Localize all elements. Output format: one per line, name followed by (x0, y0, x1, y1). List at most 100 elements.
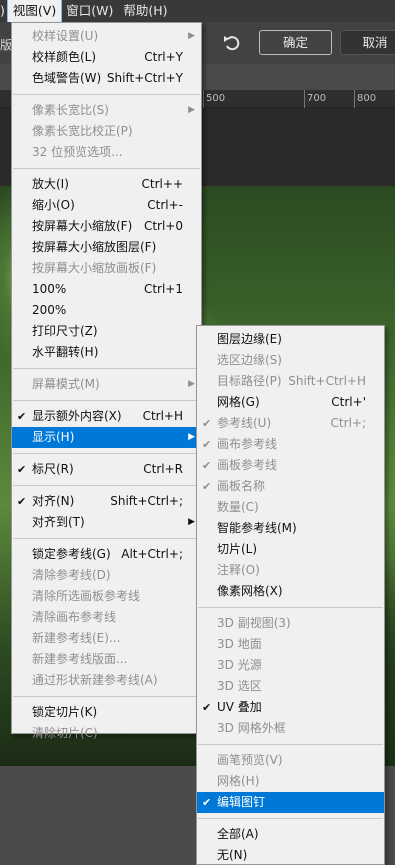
menu-item-label: 全部(A) (217, 827, 259, 841)
menu-item-label: 切片(L) (217, 542, 258, 556)
menu-item-shortcut: Ctrl+1 (143, 282, 183, 296)
menu-item-11[interactable]: 注释(O) (197, 560, 384, 581)
menu-item-label: 网格(G) (217, 395, 260, 409)
menu-item-15[interactable]: 3D 地面 (197, 634, 384, 655)
menu-item-4[interactable]: 像素长宽比(S) ▶ (12, 100, 201, 121)
menu-item-label: 标尺(R) (32, 462, 74, 476)
checkmark-icon: ✔ (202, 438, 212, 451)
menu-item-shortcut: Shift+Ctrl+Y (106, 71, 183, 85)
menu-item-10[interactable]: 切片(L) (197, 539, 384, 560)
menu-item-12[interactable]: 按屏幕大小缩放画板(F) (12, 258, 201, 279)
menu-item-8[interactable]: 放大(I) Ctrl++ (12, 174, 201, 195)
menu-item-label: 清除切片(C) (32, 726, 98, 740)
menu-window[interactable]: 窗口(W) (61, 0, 118, 22)
submenu-arrow-icon: ▶ (188, 517, 195, 527)
menu-item-25[interactable]: ✔ 对齐(N) Shift+Ctrl+; (12, 491, 201, 512)
menu-item-0[interactable]: 图层边缘(E) (197, 329, 384, 350)
menu-item-label: 画布参考线 (217, 437, 278, 451)
menu-item-1[interactable]: 校样颜色(L) Ctrl+Y (12, 47, 201, 68)
menu-item-25[interactable]: 全部(A) (197, 824, 384, 845)
menu-item-9[interactable]: 智能参考线(M) (197, 518, 384, 539)
menu-item-label: 目标路径(P) (217, 374, 282, 388)
menu-item-22[interactable]: 网格(H) (197, 771, 384, 792)
menu-item-label: 打印尺寸(Z) (32, 324, 98, 338)
menu-item-23[interactable]: ✔ 编辑图钉 (197, 792, 384, 813)
menu-item-29[interactable]: 清除参考线(D) (12, 565, 201, 586)
menu-item-6[interactable]: 32 位预览选项... (12, 142, 201, 163)
menu-item-14[interactable]: 200% (12, 300, 201, 321)
menu-item-label: 3D 地面 (217, 637, 262, 651)
menu-item-2[interactable]: 色域警告(W) Shift+Ctrl+Y (12, 68, 201, 89)
checkmark-icon: ✔ (202, 701, 212, 714)
menu-item-36[interactable]: 锁定切片(K) (12, 702, 201, 723)
menu-item-label: 新建参考线(E)... (32, 631, 121, 645)
menu-item-7[interactable]: ✔ 画板名称 (197, 476, 384, 497)
menu-item-12[interactable]: 像素网格(X) (197, 581, 384, 602)
menu-item-32[interactable]: 新建参考线(E)... (12, 628, 201, 649)
menu-item-shortcut: Ctrl+- (147, 198, 183, 212)
menu-view[interactable]: 视图(V) (6, 0, 63, 23)
menu-item-30[interactable]: 清除所选画板参考线 (12, 586, 201, 607)
menu-item-18[interactable]: ✔ UV 叠加 (197, 697, 384, 718)
menu-item-label: 编辑图钉 (217, 795, 266, 809)
menu-item-16[interactable]: 3D 光源 (197, 655, 384, 676)
menu-item-label: 像素长宽比(S) (32, 103, 109, 117)
menu-item-0[interactable]: 校样设置(U) ▶ (12, 26, 201, 47)
undo-icon[interactable] (222, 33, 244, 53)
menu-item-shortcut: Shift+Ctrl+H (288, 374, 366, 388)
menu-item-4[interactable]: ✔ 参考线(U) Ctrl+; (197, 413, 384, 434)
menu-item-19[interactable]: 3D 网格外框 (197, 718, 384, 739)
menu-item-shortcut: Ctrl+H (142, 409, 183, 423)
menu-item-26[interactable]: 无(N) (197, 845, 384, 865)
menu-item-8[interactable]: 数量(C) (197, 497, 384, 518)
menu-item-10[interactable]: 按屏幕大小缩放(F) Ctrl+0 (12, 216, 201, 237)
menu-item-label: 数量(C) (217, 500, 259, 514)
menu-item-3[interactable]: 网格(G) Ctrl+' (197, 392, 384, 413)
menu-item-label: 色域警告(W) (32, 71, 102, 85)
menu-item-26[interactable]: 对齐到(T) ▶ (12, 512, 201, 533)
menu-item-shortcut: Shift+Ctrl+; (110, 494, 183, 508)
menu-item-label: 3D 选区 (217, 679, 262, 693)
cancel-button[interactable]: 取消 (340, 30, 395, 55)
menu-item-label: 图层边缘(E) (217, 332, 282, 346)
menu-item-28[interactable]: 锁定参考线(G) Alt+Ctrl+; (12, 544, 201, 565)
menu-item-2[interactable]: 目标路径(P) Shift+Ctrl+H (197, 371, 384, 392)
menu-item-23[interactable]: ✔ 标尺(R) Ctrl+R (12, 459, 201, 480)
menu-item-15[interactable]: 打印尺寸(Z) (12, 321, 201, 342)
menu-item-label: 选区边缘(S) (217, 353, 282, 367)
menu-item-label: 3D 网格外框 (217, 721, 286, 735)
menu-item-label: 200% (32, 303, 67, 317)
menu-item-label: 锁定切片(K) (32, 705, 98, 719)
menu-item-20[interactable]: ✔ 显示额外内容(X) Ctrl+H (12, 406, 201, 427)
menu-item-16[interactable]: 水平翻转(H) (12, 342, 201, 363)
menu-separator (13, 485, 200, 486)
menu-item-6[interactable]: ✔ 画板参考线 (197, 455, 384, 476)
confirm-button[interactable]: 确定 (259, 30, 332, 55)
menu-item-5[interactable]: 像素长宽比校正(P) (12, 121, 201, 142)
menu-partial-item[interactable]: ) (0, 0, 8, 22)
menu-item-shortcut: Alt+Ctrl+; (121, 547, 183, 561)
menu-item-label: 屏幕模式(M) (32, 377, 100, 391)
menu-item-17[interactable]: 3D 选区 (197, 676, 384, 697)
menu-item-shortcut: Ctrl+Y (144, 50, 183, 64)
menu-item-37[interactable]: 清除切片(C) (12, 723, 201, 744)
menu-item-34[interactable]: 通过形状新建参考线(A) (12, 670, 201, 691)
menu-item-9[interactable]: 缩小(O) Ctrl+- (12, 195, 201, 216)
menu-item-1[interactable]: 选区边缘(S) (197, 350, 384, 371)
menu-item-label: 注释(O) (217, 563, 260, 577)
menu-item-21[interactable]: 画笔预览(V) (197, 750, 384, 771)
menu-item-5[interactable]: ✔ 画布参考线 (197, 434, 384, 455)
menu-separator (13, 368, 200, 369)
menu-item-11[interactable]: 按屏幕大小缩放图层(F) (12, 237, 201, 258)
checkmark-icon: ✔ (17, 495, 27, 508)
menu-item-21[interactable]: 显示(H) ▶ (12, 427, 201, 448)
menu-item-13[interactable]: 100% Ctrl+1 (12, 279, 201, 300)
menu-item-label: 3D 光源 (217, 658, 262, 672)
menu-item-33[interactable]: 新建参考线版面... (12, 649, 201, 670)
menu-item-14[interactable]: 3D 副视图(3) (197, 613, 384, 634)
checkmark-icon: ✔ (17, 410, 27, 423)
menu-help[interactable]: 帮助(H) (118, 0, 172, 22)
menu-item-31[interactable]: 清除画布参考线 (12, 607, 201, 628)
menu-item-18[interactable]: 屏幕模式(M) ▶ (12, 374, 201, 395)
ruler-tick (203, 90, 204, 108)
